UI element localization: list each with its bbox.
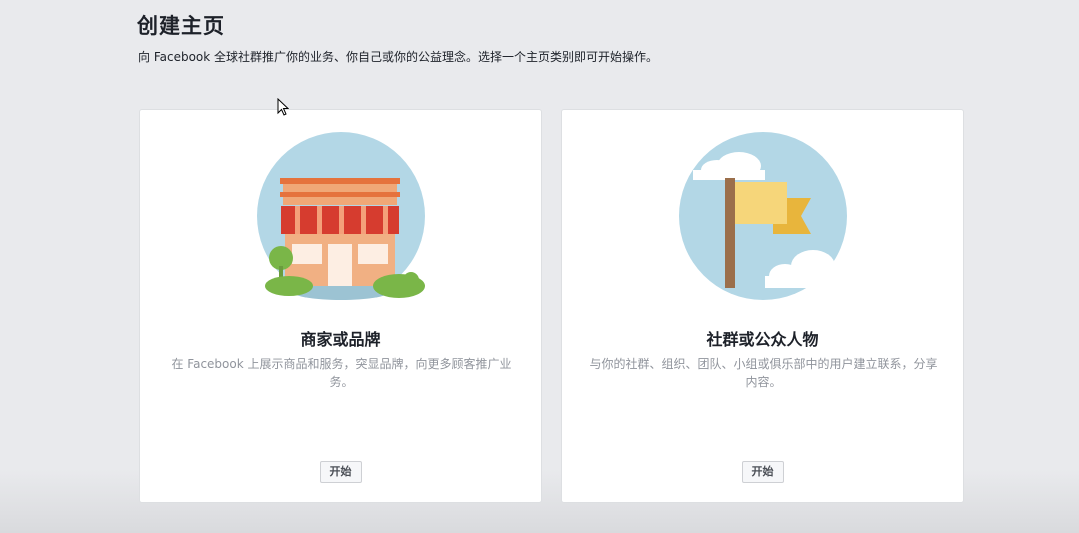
create-page-screen: 创建主页 向 Facebook 全球社群推广你的业务、你自己或你的公益理念。选择…: [0, 0, 1079, 533]
business-card-title: 商家或品牌: [300, 330, 381, 349]
storefront-illustration-icon: [257, 132, 425, 300]
community-card-description: 与你的社群、组织、团队、小组或俱乐部中的用户建立联系，分享内容。: [589, 357, 938, 389]
community-start-button[interactable]: 开始: [741, 461, 784, 483]
community-figure-card[interactable]: 社群或公众人物 与你的社群、组织、团队、小组或俱乐部中的用户建立联系，分享内容。…: [561, 109, 964, 503]
mouse-cursor-icon: [277, 98, 289, 116]
business-card-description: 在 Facebook 上展示商品和服务，突显品牌，向更多顾客推广业务。: [171, 357, 512, 389]
page-subtitle: 向 Facebook 全球社群推广你的业务、你自己或你的公益理念。选择一个主页类…: [138, 50, 659, 64]
page-title: 创建主页: [137, 14, 225, 38]
flag-illustration-icon: [679, 132, 853, 300]
business-start-button[interactable]: 开始: [319, 461, 362, 483]
business-brand-card[interactable]: 商家或品牌 在 Facebook 上展示商品和服务，突显品牌，向更多顾客推广业务…: [139, 109, 542, 503]
community-card-title: 社群或公众人物: [706, 330, 819, 349]
